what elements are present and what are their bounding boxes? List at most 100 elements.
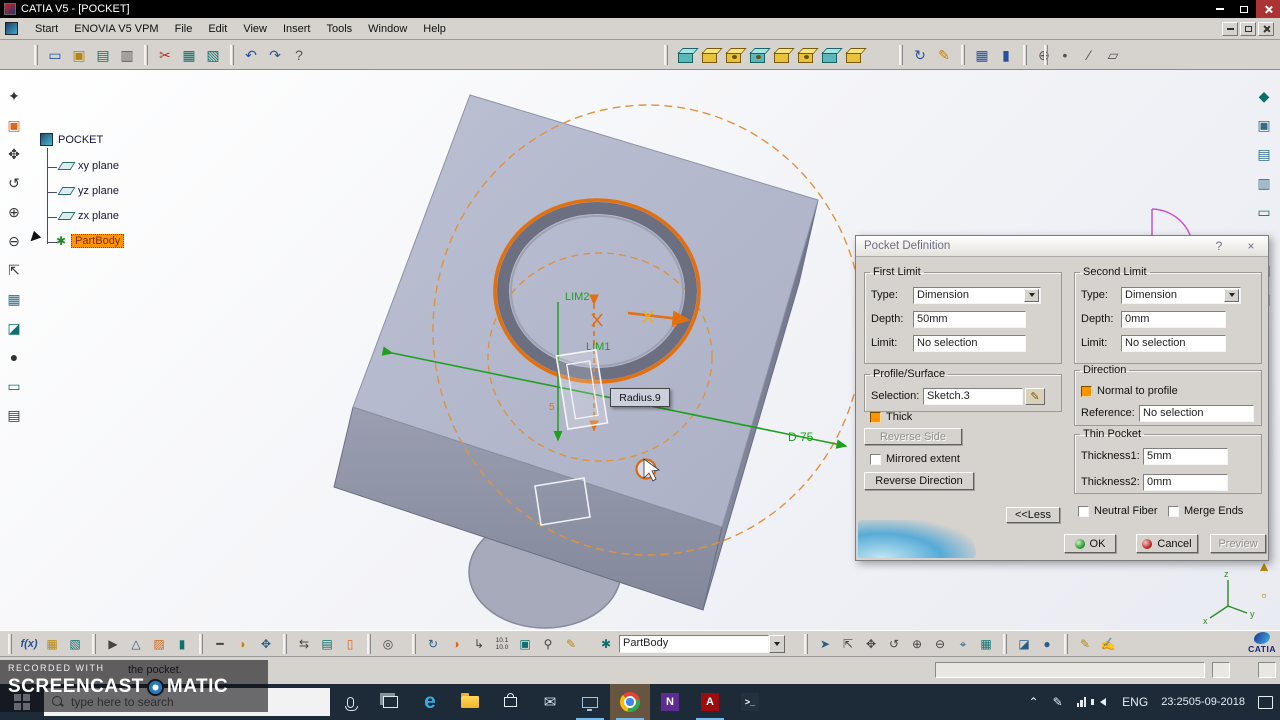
tree-node-yz-plane[interactable]: yz plane bbox=[57, 185, 119, 197]
volume-button[interactable] bbox=[1091, 684, 1115, 720]
yz-plane-label[interactable]: yz plane bbox=[78, 185, 119, 197]
toolbar-grip[interactable] bbox=[283, 634, 287, 654]
toolbar-grip[interactable] bbox=[1023, 45, 1027, 65]
second-limit-type-dropdown[interactable]: Dimension bbox=[1121, 286, 1241, 304]
language-button[interactable]: ENG bbox=[1115, 684, 1155, 720]
isometric-view-icon[interactable]: ◪ bbox=[2, 317, 26, 339]
catia-app-button[interactable] bbox=[570, 684, 610, 720]
tree-node-root[interactable]: POCKET bbox=[40, 133, 103, 146]
toolbar-grip[interactable] bbox=[1064, 634, 1068, 654]
point-icon[interactable]: • bbox=[1054, 43, 1076, 67]
ok-button[interactable]: OK bbox=[1064, 534, 1116, 553]
workbench-icon[interactable]: ◆ bbox=[1252, 85, 1276, 107]
menu-insert[interactable]: Insert bbox=[275, 21, 319, 37]
menu-start[interactable]: Start bbox=[27, 21, 66, 37]
hole-icon[interactable] bbox=[794, 43, 816, 67]
swap-visible-space-icon[interactable]: ⇆ bbox=[294, 633, 314, 655]
annotation-icon[interactable]: ▫ bbox=[1252, 584, 1276, 606]
chrome-app-button[interactable] bbox=[610, 684, 650, 720]
tree-node-partbody[interactable]: ✱ PartBody bbox=[56, 234, 125, 248]
dialog-titlebar[interactable]: Pocket Definition ? × bbox=[856, 236, 1268, 257]
line-icon[interactable]: ∕ bbox=[1078, 43, 1100, 67]
rib-icon[interactable] bbox=[818, 43, 840, 67]
paint-bucket-icon[interactable]: ◗ bbox=[233, 633, 253, 655]
menu-edit[interactable]: Edit bbox=[200, 21, 235, 37]
cut-icon[interactable]: ✂ bbox=[154, 43, 176, 67]
first-limit-type-dropdown[interactable]: Dimension bbox=[913, 286, 1041, 304]
plane-icon[interactable]: ▱ bbox=[1102, 43, 1124, 67]
toolbar-grip[interactable] bbox=[230, 45, 234, 65]
redo-icon[interactable]: ↷ bbox=[264, 43, 286, 67]
menu-help[interactable]: Help bbox=[415, 21, 454, 37]
thickness1-value-label[interactable]: 5 bbox=[672, 319, 678, 330]
mail-app-button[interactable]: ✉ bbox=[530, 684, 570, 720]
thickness1-field[interactable]: 5mm bbox=[1143, 447, 1228, 465]
file-explorer-button[interactable] bbox=[450, 684, 490, 720]
combo-arrow-button[interactable] bbox=[769, 635, 785, 653]
zoom-out-view-icon[interactable]: ⊖ bbox=[930, 633, 950, 655]
undo-icon[interactable]: ↶ bbox=[240, 43, 262, 67]
menu-view[interactable]: View bbox=[235, 21, 275, 37]
mirrored-extent-checkbox[interactable] bbox=[870, 453, 881, 465]
sketcher-exit-icon[interactable]: ✍ bbox=[1098, 633, 1118, 655]
multi-view-icon[interactable]: ▦ bbox=[2, 288, 26, 310]
close-button[interactable] bbox=[1256, 0, 1280, 18]
menu-tools[interactable]: Tools bbox=[318, 21, 360, 37]
toolbar-grip[interactable] bbox=[1044, 45, 1048, 65]
partbody-combo-value[interactable]: PartBody bbox=[619, 635, 769, 653]
tray-expand-button[interactable]: ⌃ bbox=[1022, 684, 1046, 720]
hide-show-icon[interactable]: ▭ bbox=[2, 375, 26, 397]
cortana-mic-button[interactable] bbox=[330, 684, 370, 720]
reference-field[interactable]: No selection bbox=[1139, 404, 1254, 422]
toolbar-grip[interactable] bbox=[199, 634, 203, 654]
less-button[interactable]: <<Less bbox=[1006, 507, 1060, 523]
slot-icon[interactable] bbox=[842, 43, 864, 67]
toolbar-grip[interactable] bbox=[804, 634, 808, 654]
reverse-direction-button[interactable]: Reverse Direction bbox=[864, 472, 974, 490]
toolbar-grip[interactable] bbox=[961, 45, 965, 65]
zoom-out-icon[interactable]: ⊖ bbox=[2, 230, 26, 252]
second-limit-selection-field[interactable]: No selection bbox=[1121, 334, 1226, 352]
pad-icon[interactable] bbox=[674, 43, 696, 67]
toolbar-grip[interactable] bbox=[92, 634, 96, 654]
normal-view2-icon[interactable]: ⌖ bbox=[953, 633, 973, 655]
edge-app-button[interactable]: e bbox=[410, 684, 450, 720]
view-mode-2-icon[interactable]: ▤ bbox=[1252, 143, 1276, 165]
fly-mode-icon[interactable]: ✦ bbox=[2, 85, 26, 107]
sketch-edit-button[interactable]: ✎ bbox=[1025, 387, 1045, 405]
minimize-button[interactable] bbox=[1208, 0, 1232, 18]
neutral-fiber-checkbox[interactable] bbox=[1078, 505, 1089, 517]
quick-view-icon[interactable]: ◪ bbox=[1014, 633, 1034, 655]
save-icon[interactable]: ▤ bbox=[92, 43, 114, 67]
command-field[interactable] bbox=[935, 662, 1205, 678]
dialog-help-button[interactable]: ? bbox=[1210, 239, 1228, 253]
design-table-icon[interactable]: ▦ bbox=[42, 633, 62, 655]
pocket-icon[interactable] bbox=[722, 43, 744, 67]
task-view-button[interactable] bbox=[370, 684, 410, 720]
pattern-icon[interactable]: ▮ bbox=[172, 633, 192, 655]
pan-view-icon[interactable]: ✥ bbox=[861, 633, 881, 655]
thickness2-value-label[interactable]: 5 bbox=[549, 402, 555, 413]
toolbar-grip[interactable] bbox=[144, 45, 148, 65]
shaft-icon[interactable] bbox=[746, 43, 768, 67]
mean-dimensions-icon[interactable]: ▯ bbox=[340, 633, 360, 655]
store-app-button[interactable] bbox=[490, 684, 530, 720]
reverse-side-button[interactable]: Reverse Side bbox=[864, 428, 962, 445]
maximize-button[interactable] bbox=[1232, 0, 1256, 18]
rotate-icon[interactable]: ↺ bbox=[2, 172, 26, 194]
create-multi-view-icon[interactable]: ▦ bbox=[976, 633, 996, 655]
xy-plane-label[interactable]: xy plane bbox=[78, 160, 119, 172]
catalog-browser-icon[interactable]: ▧ bbox=[65, 633, 85, 655]
ruler-icon[interactable]: ━ bbox=[210, 633, 230, 655]
paste-icon[interactable]: ▧ bbox=[202, 43, 224, 67]
clock-button[interactable]: 23:25 05-09-2018 bbox=[1155, 684, 1251, 720]
constraint-icon[interactable]: ⚲ bbox=[538, 633, 558, 655]
axis-system-icon[interactable]: ✥ bbox=[256, 633, 276, 655]
toolbar-grip[interactable] bbox=[8, 634, 12, 654]
camera-icon[interactable]: ◎ bbox=[378, 633, 398, 655]
shading-mode-icon[interactable]: ● bbox=[2, 346, 26, 368]
rotate-view-icon[interactable]: ↺ bbox=[884, 633, 904, 655]
apply-material-icon[interactable]: ▨ bbox=[149, 633, 169, 655]
view-mode-3-icon[interactable]: ▥ bbox=[1252, 172, 1276, 194]
open-icon[interactable]: ▣ bbox=[68, 43, 90, 67]
